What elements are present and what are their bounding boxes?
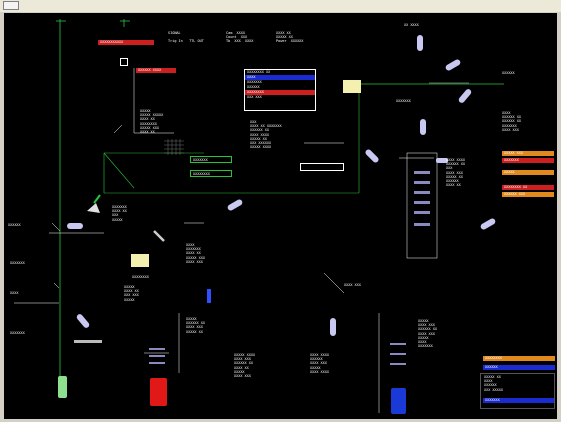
- filter-label: XXXXXXX: [396, 99, 411, 103]
- red-container[interactable]: [150, 378, 167, 406]
- mode-menu-panel: XXXXXXXX XX XXXX XXXXXXX XXXXXX XXXXXXXX…: [244, 69, 316, 111]
- lens-element[interactable]: [420, 119, 426, 135]
- menu-item[interactable]: XXX XXX: [245, 95, 315, 100]
- left-edge-label-1: XXXXXX: [8, 223, 21, 227]
- lower-center-left-labels: XXXXX XXXXXX XX XXXX XXX XXXXX XX: [186, 317, 205, 334]
- right-orange-bar-3[interactable]: XXXXXX XXX: [502, 192, 554, 197]
- pocket-label: XXXX XXX: [344, 283, 361, 287]
- sample-cell[interactable]: [343, 80, 361, 93]
- right-orange-bar-2[interactable]: XXXXX: [502, 170, 554, 175]
- lower-center-labels-2: XXXX XXXX XXXXXX XXXX XXX XXXXX XXXX XXX…: [310, 353, 329, 374]
- right-red-bar-1[interactable]: XXXXXXX: [502, 158, 554, 163]
- top-left-info: SIGNAL Trig In TTL OUT: [168, 31, 204, 44]
- filter-plate[interactable]: [414, 171, 430, 174]
- center-box-labels: XXX XXXX XX XXXXXXX XXXXXX XX XXXX XXXX …: [250, 120, 282, 150]
- left-edge-label-4: XXXXXXX: [10, 331, 25, 335]
- filter-plate[interactable]: [414, 201, 430, 204]
- filter-plate[interactable]: [414, 223, 430, 226]
- beam-label: XXXXXXXX: [132, 275, 149, 279]
- upper-right-lens-label: XX XXXX: [404, 23, 419, 27]
- right-column-top-labels: XXXX XXXXXX XX XXXXXX XX XXXXXXX XXXX XX…: [502, 111, 521, 132]
- mid-block-labels: XXXXX XXXXX XXXXX XXXX XX XXXXXXXX XXXXX…: [140, 109, 164, 135]
- top-right-info: XXXX XX XXXXX XX Power XXXXXX: [276, 31, 304, 44]
- filter-plate[interactable]: [414, 211, 430, 214]
- top-left-red-bar[interactable]: XXXXXXXXXXX: [98, 40, 154, 45]
- optical-schematic-canvas[interactable]: XXXXXXXXXXX XXXXXX XXXX XXXXX XXX XXXXXX…: [4, 13, 557, 419]
- window-titlebar: [0, 0, 561, 12]
- lens-element[interactable]: [417, 35, 423, 51]
- lens-element[interactable]: [67, 223, 83, 229]
- filter-plate[interactable]: [390, 363, 406, 365]
- bottom-right-orange-bar[interactable]: XXXXXXXX: [483, 356, 555, 361]
- lower-center-labels: XXXXX XXXX XXXX XXX XXXXXX XX XXXX XX XX…: [234, 353, 256, 379]
- bottom-left-box-labels: XXXXX XXXX XX XXX XXX XXXXX: [124, 285, 139, 302]
- filter-plate[interactable]: [390, 353, 406, 355]
- left-edge-label-3: XXXX: [10, 291, 19, 295]
- left-edge-label-2: XXXXXXX: [10, 261, 25, 265]
- blue-container[interactable]: [391, 388, 406, 414]
- filter-plate[interactable]: [149, 348, 165, 350]
- right-red-bar-2[interactable]: XXXXXXXX XX: [502, 185, 554, 190]
- lower-right-labels: XXXXX XXXX XXX XXXXXX XX XXXX XXX XXXXX …: [418, 319, 437, 349]
- left-block-labels: XXXXXXX XXXX XX XXX XXXXX: [112, 205, 127, 222]
- filter-plate[interactable]: [414, 181, 430, 184]
- sample-cell[interactable]: [131, 254, 149, 267]
- filter-plate[interactable]: [414, 191, 430, 194]
- mid-red-bar[interactable]: XXXXXX XXXX: [136, 68, 176, 73]
- green-status-box-1[interactable]: XXXXXXX: [190, 156, 232, 163]
- small-square-box[interactable]: [120, 58, 128, 66]
- right-list-labels: XXXX XXXX XXXXXX XX XXX XXXX XXX XXXXX X…: [446, 158, 465, 188]
- bottom-right-panel-labels: XXXXX XX XXXX XXXXXX XXX XXXXX: [484, 375, 503, 392]
- filter-plate[interactable]: [149, 362, 165, 364]
- right-orange-bar-1[interactable]: XXXXX XXX: [502, 151, 554, 156]
- mid-lower-labels: XXXX XXXXXXX XXXX XX XXXXX XXX XXXX XXX: [186, 243, 205, 264]
- green-status-box-2[interactable]: XXXXXXXX: [190, 170, 232, 177]
- top-center-info: Cam XXXX Count XXX Tb XXX XXXX: [226, 31, 254, 44]
- blue-detector[interactable]: [207, 289, 211, 303]
- lens-element[interactable]: [330, 318, 336, 336]
- bottom-right-blue-bar-1[interactable]: XXXXXX: [483, 365, 555, 370]
- green-vial[interactable]: [58, 376, 67, 398]
- filter-plate[interactable]: [390, 343, 406, 345]
- filter-plate[interactable]: [149, 355, 165, 357]
- white-status-box[interactable]: [300, 163, 344, 171]
- laser-line-label: XXXXXX: [502, 71, 515, 75]
- window-menu-button[interactable]: [3, 1, 19, 10]
